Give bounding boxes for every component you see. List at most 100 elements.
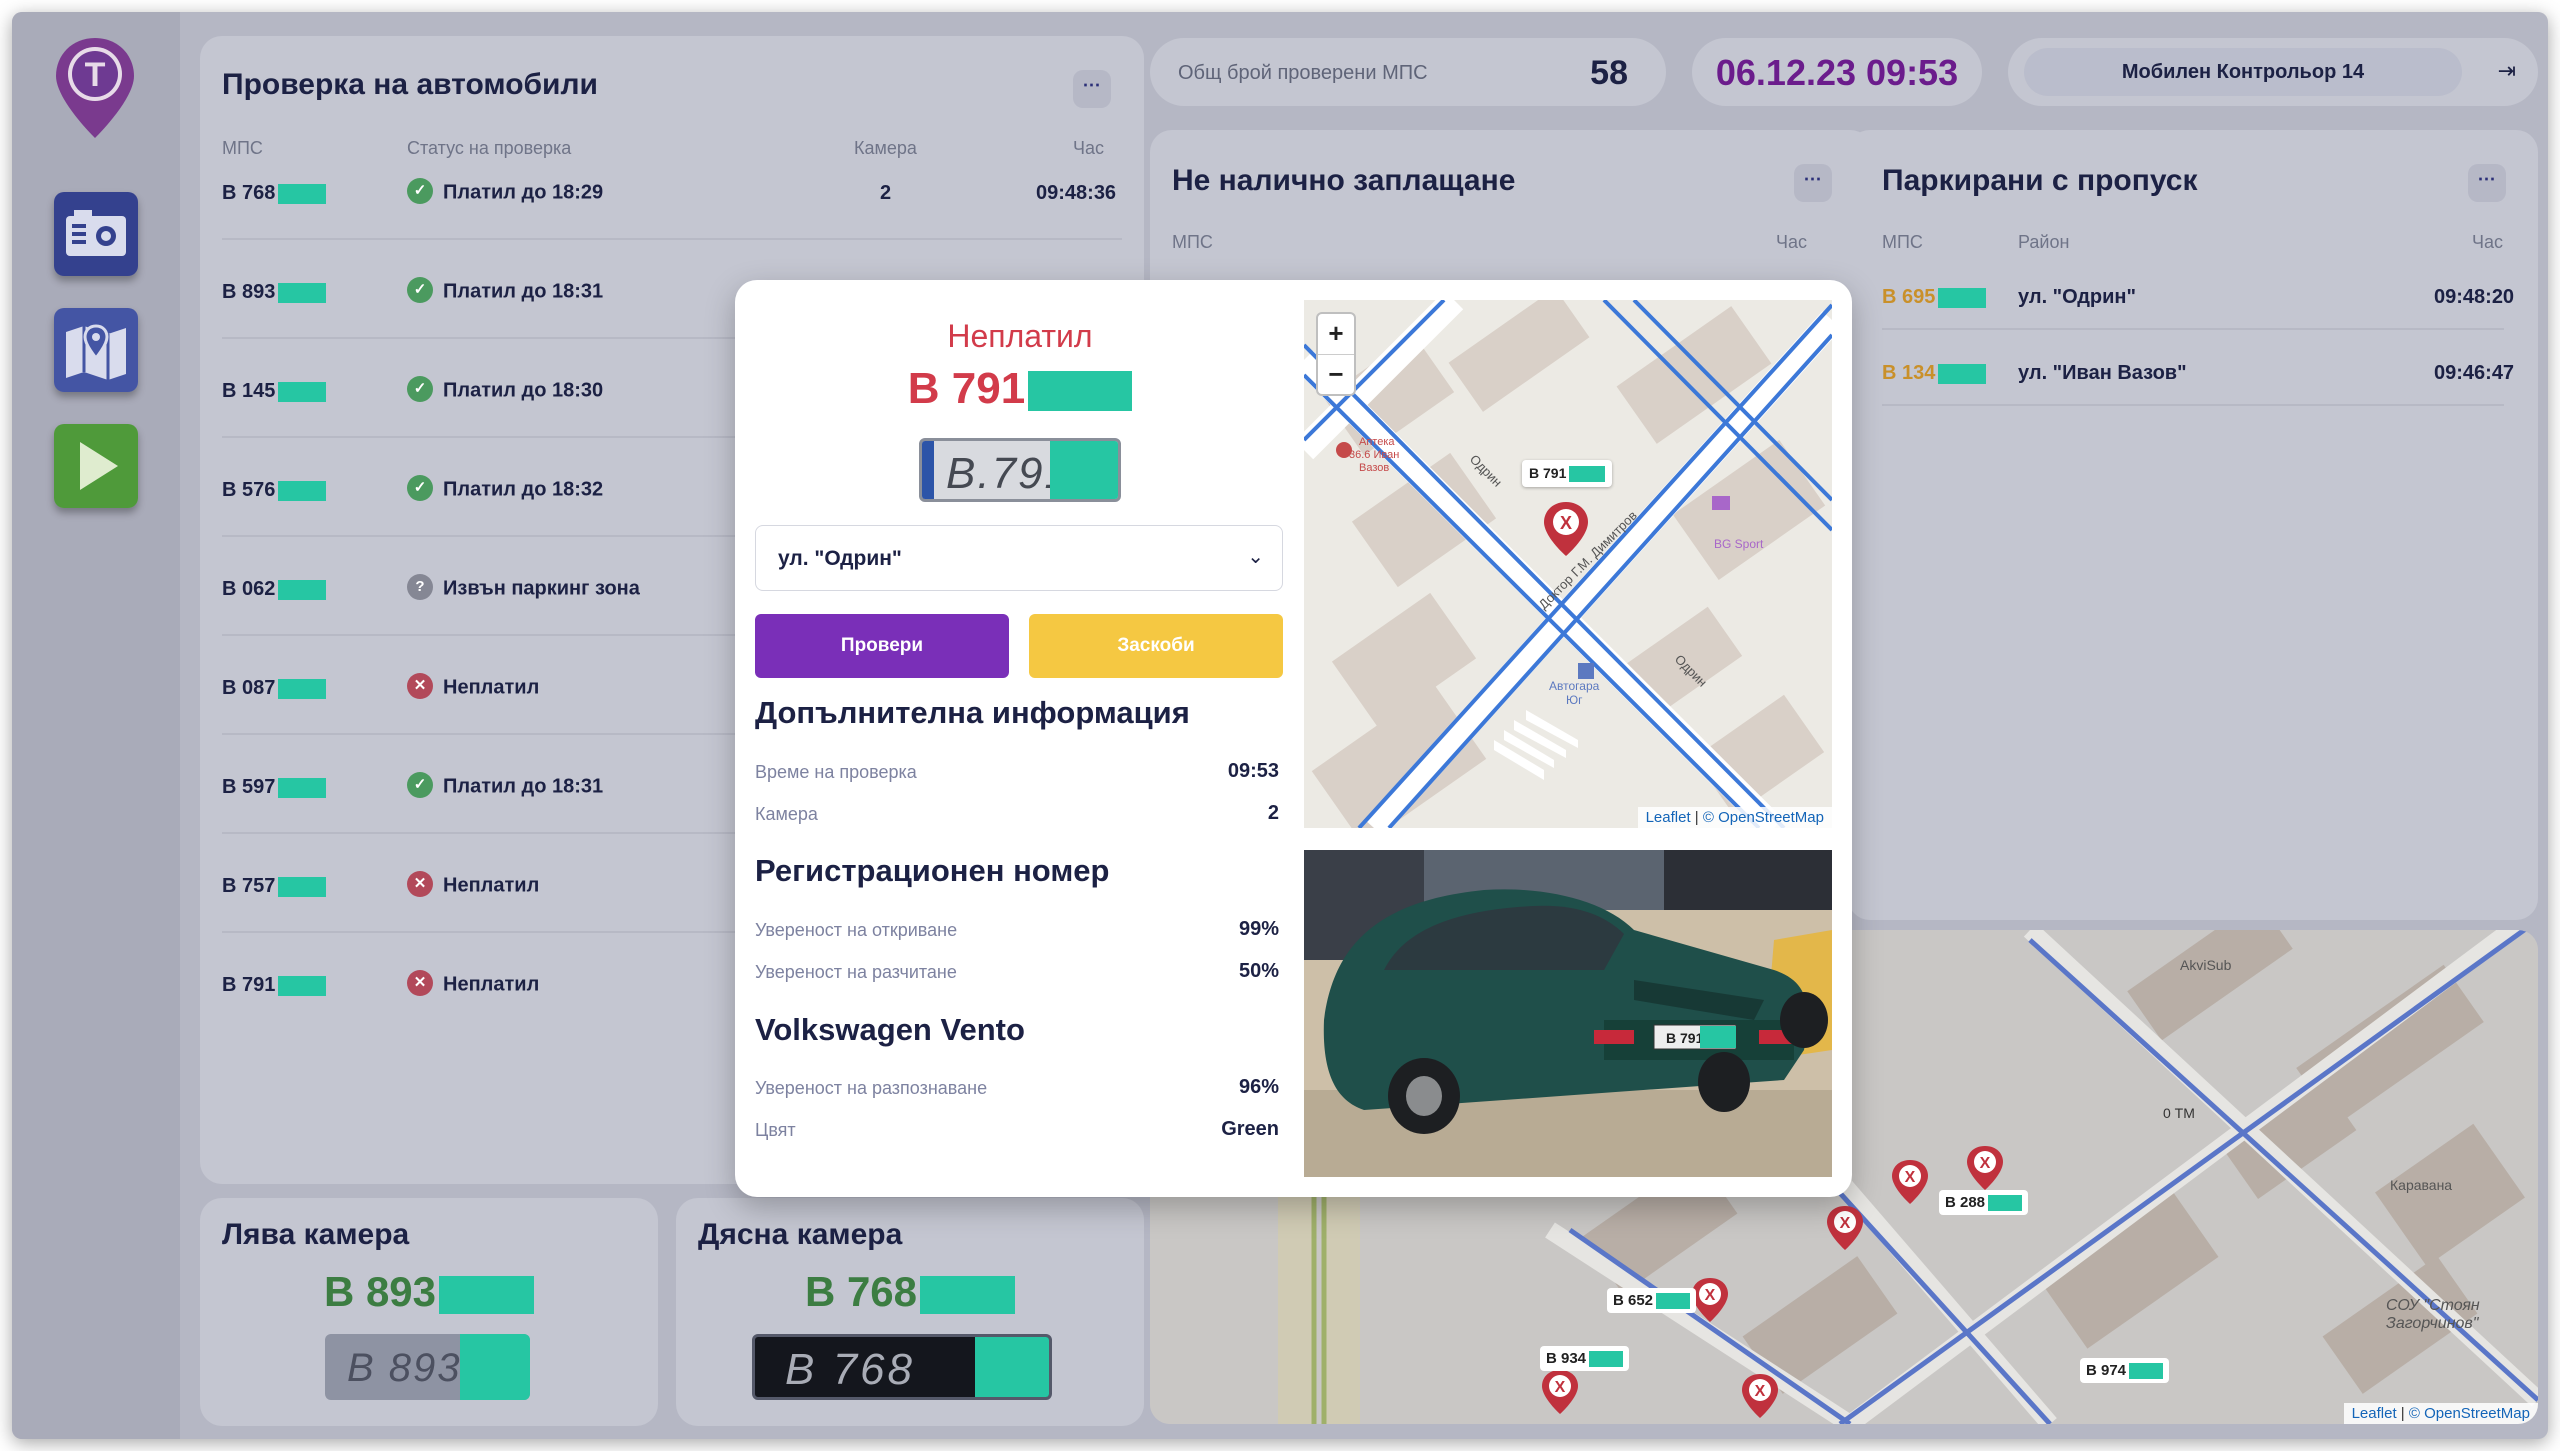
map-view-button[interactable] — [54, 308, 138, 392]
bg-marker-label: В 288 — [1939, 1190, 2029, 1216]
modal-map-drawing: Аптека 36.6 Иван Вазов BG Sport Автогара… — [1304, 300, 1832, 828]
left-camera-plate: В 893 — [200, 1268, 658, 1316]
status-text: Платил до 18:32 — [443, 478, 604, 501]
permit-col-district: Район — [2018, 232, 2070, 252]
recog-value: 96% — [1238, 1076, 1279, 1098]
left-camera-plate-text: В 893 — [323, 1268, 437, 1315]
svg-text:X: X — [1755, 1383, 1766, 1400]
permit-row-plate: В 134 — [1882, 362, 1987, 385]
check-row-plate[interactable]: В 893 — [222, 281, 327, 304]
color-value: Green — [1221, 1118, 1279, 1140]
check-row-plate[interactable]: В 576 — [222, 479, 327, 502]
map-plate-label: В 791 — [1522, 460, 1613, 488]
check-time-label: Време на проверка — [755, 762, 917, 782]
status-text: Извън паркинг зона — [443, 577, 640, 600]
zoom-in-button[interactable]: + — [1318, 314, 1354, 354]
detect-label: Увереност на откриване — [755, 920, 958, 940]
question-circle-icon: ? — [407, 574, 433, 600]
street-select-value: ул. "Одрин" — [778, 547, 902, 570]
plate-mask — [278, 381, 327, 402]
check-row-status: ✕ Неплатил — [407, 970, 540, 998]
svg-text:X: X — [1905, 1169, 1916, 1186]
akvi-label: AkviSub — [2180, 957, 2232, 973]
reg-number-title: Регистрационен номер — [755, 853, 1110, 888]
pharmacy-label-3: Вазов — [1359, 462, 1389, 474]
check-row-plate[interactable]: В 791 — [222, 974, 327, 997]
check-circle-icon: ✓ — [407, 277, 433, 303]
camera-view-button[interactable] — [54, 192, 138, 276]
pharmacy-label-2: 36.6 Иван — [1349, 449, 1399, 461]
check-button[interactable]: Провери — [755, 614, 1009, 678]
left-camera-card: Лява камера В 893 В 893 — [200, 1198, 658, 1426]
plate-text: В 893 — [222, 281, 276, 303]
svg-text:T: T — [85, 56, 106, 94]
osm-link[interactable]: © OpenStreetMap — [2409, 1405, 2530, 1422]
check-circle-icon: ✓ — [407, 772, 433, 798]
datetime-pill: 06.12.23 09:53 — [1692, 38, 1982, 106]
map-icon — [54, 308, 138, 392]
plate-mask — [1028, 371, 1133, 412]
plate-mask — [1938, 287, 1987, 308]
check-row-plate[interactable]: В 597 — [222, 776, 327, 799]
permit-row-district: ул. "Одрин" — [2018, 286, 2136, 308]
plate-mask — [278, 876, 327, 897]
leaflet-link[interactable]: Leaflet — [1646, 809, 1691, 826]
check-row-plate[interactable]: В 768 — [222, 182, 327, 205]
check-row-plate[interactable]: В 145 — [222, 380, 327, 403]
bus-label-2: Юг — [1566, 693, 1583, 707]
pharmacy-icon — [1336, 442, 1352, 458]
divider — [1882, 328, 2504, 330]
status-text: Неплатил — [443, 973, 540, 996]
svg-text:X: X — [1555, 1379, 1566, 1396]
bg-marker-label: В 974 — [2080, 1358, 2170, 1384]
unpaid-col-plate: МПС — [1172, 232, 1213, 252]
x-circle-icon: ✕ — [407, 970, 433, 996]
modal-plate: В 791 — [735, 364, 1305, 414]
plate-mask — [920, 1275, 1016, 1314]
svg-text:X: X — [1980, 1155, 1991, 1172]
map-plate-text: В 791 — [1529, 465, 1567, 481]
plate-mask — [439, 1275, 535, 1314]
check-row-plate[interactable]: В 062 — [222, 578, 327, 601]
svg-text:X: X — [1560, 513, 1572, 533]
logout-icon[interactable]: ⇥ — [2498, 58, 2516, 84]
clamp-button[interactable]: Заскоби — [1029, 614, 1283, 678]
checks-menu-button[interactable]: ⋯ — [1073, 70, 1111, 108]
check-row-plate[interactable]: В 757 — [222, 875, 327, 898]
zoom-out-button[interactable]: − — [1318, 354, 1354, 394]
checks-title: Проверка на автомобили — [222, 68, 598, 101]
detect-value: 99% — [1238, 918, 1279, 940]
check-row-status: ✓ Платил до 18:32 — [407, 475, 604, 503]
check-row-status: ✓ Платил до 18:31 — [407, 277, 603, 305]
col-plate: МПС — [222, 138, 263, 158]
camera-icon — [54, 192, 138, 276]
play-button[interactable] — [54, 424, 138, 508]
leaflet-link[interactable]: Leaflet — [2352, 1405, 2397, 1422]
unpaid-menu-button[interactable]: ⋯ — [1794, 164, 1832, 202]
check-row-plate[interactable]: В 087 — [222, 677, 327, 700]
permit-row-time: 09:48:20 — [2434, 286, 2515, 308]
color-label: Цвят — [755, 1120, 796, 1140]
plate-text: В 597 — [222, 776, 276, 798]
plate-text: В 768 — [222, 182, 276, 204]
sport-label: BG Sport — [1714, 537, 1764, 551]
osm-link[interactable]: © OpenStreetMap — [1703, 809, 1824, 826]
unpaid-title: Не налично заплащане — [1172, 164, 1516, 197]
permit-menu-button[interactable]: ⋯ — [2468, 164, 2506, 202]
plate-mask — [278, 579, 327, 600]
plate-mask — [2129, 1363, 2164, 1380]
datetime: 06.12.23 09:53 — [1715, 52, 1959, 93]
unpaid-col-time: Час — [1776, 232, 1808, 252]
divider — [1882, 404, 2504, 406]
divider — [222, 238, 1122, 240]
bg-marker-label: В 934 — [1540, 1346, 1630, 1372]
plate-mask — [278, 975, 327, 996]
street-select[interactable]: ул. "Одрин" ⌄ — [755, 525, 1283, 591]
karavana-label: Каравана — [2390, 1177, 2452, 1193]
permit-row-district: ул. "Иван Вазов" — [2018, 362, 2187, 384]
bg-marker-text: В 974 — [2086, 1362, 2127, 1379]
plate-mask — [975, 1337, 1049, 1397]
svg-text:X: X — [1705, 1287, 1716, 1304]
col-status: Статус на проверка — [407, 138, 572, 158]
modal-map[interactable]: Аптека 36.6 Иван Вазов BG Sport Автогара… — [1304, 300, 1832, 828]
